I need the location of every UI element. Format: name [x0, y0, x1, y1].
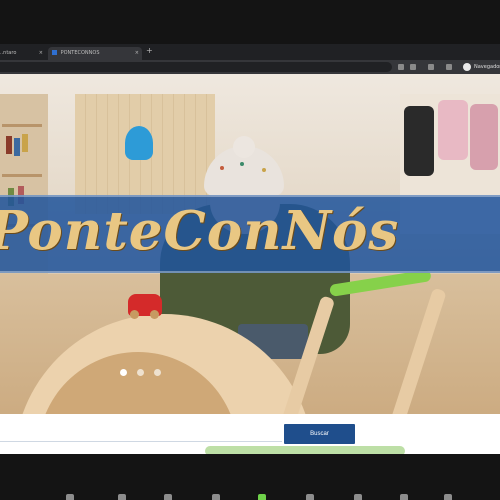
- browser-tab[interactable]: ..ntaro ×: [0, 47, 46, 60]
- install-icon[interactable]: [398, 64, 404, 70]
- star-icon[interactable]: [410, 64, 416, 70]
- toy-car: [128, 294, 162, 319]
- close-icon[interactable]: ×: [135, 47, 139, 60]
- taskbar-icon[interactable]: [164, 494, 172, 500]
- browser-tab-active[interactable]: PONTECONNOS ×: [48, 47, 142, 60]
- hanging-bag: [125, 126, 153, 160]
- taskbar-icon[interactable]: [66, 494, 74, 500]
- carousel-indicators: [120, 361, 166, 376]
- search-input[interactable]: [0, 426, 282, 442]
- taskbar-icon[interactable]: [400, 494, 408, 500]
- avatar[interactable]: [463, 63, 471, 71]
- browser-tab-bar: ..ntaro × PONTECONNOS ×: [0, 44, 500, 60]
- taskbar-icon[interactable]: [306, 494, 314, 500]
- extensions-icon[interactable]: [428, 64, 434, 70]
- taskbar-icon[interactable]: [118, 494, 126, 500]
- taskbar-icon[interactable]: [212, 494, 220, 500]
- plus-icon[interactable]: +: [146, 47, 153, 55]
- site-title: PonteConNós: [0, 200, 400, 262]
- tab-label: ..ntaro: [0, 50, 17, 56]
- taskbar-icon[interactable]: [354, 494, 362, 500]
- hat-pompom: [233, 136, 255, 158]
- sidebar-icon[interactable]: [446, 64, 452, 70]
- carousel-dot[interactable]: [120, 369, 127, 376]
- favicon-icon: [52, 50, 57, 55]
- profile-label[interactable]: Navegador: [474, 62, 500, 72]
- address-bar[interactable]: [0, 62, 392, 72]
- taskbar-icon[interactable]: [444, 494, 452, 500]
- taskbar: [0, 488, 500, 500]
- tab-label: PONTECONNOS: [60, 50, 100, 56]
- close-icon[interactable]: ×: [39, 47, 43, 60]
- browser-toolbar: [0, 60, 500, 74]
- search-button[interactable]: Buscar: [284, 424, 355, 444]
- taskbar-icon[interactable]: [258, 494, 266, 500]
- webpage-viewport: PonteConNós Buscar: [0, 74, 500, 454]
